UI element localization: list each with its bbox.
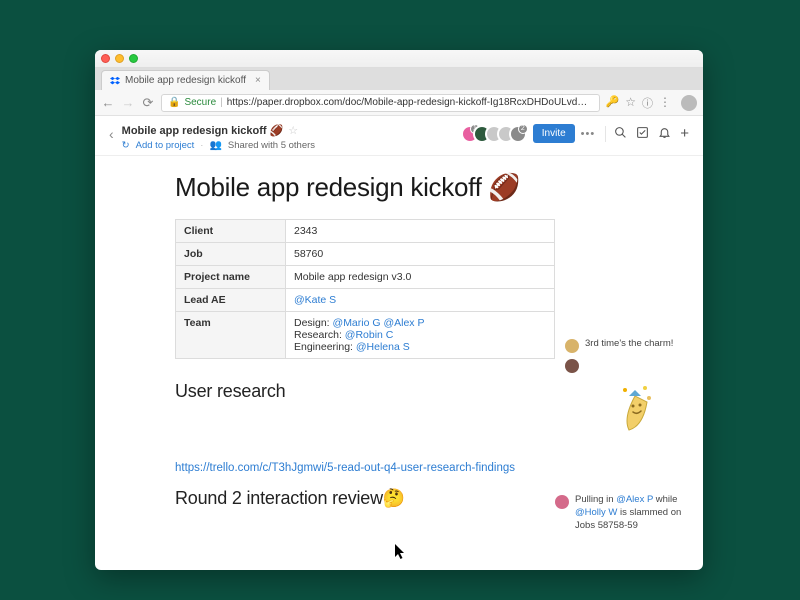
doc-star-icon[interactable]: ☆: [288, 124, 298, 137]
table-row: Project name Mobile app redesign v3.0: [176, 266, 555, 289]
browser-toolbar: ← → ⟳ 🔒 Secure | https://paper.dropbox.c…: [95, 90, 703, 116]
team-row-label: Research:: [294, 329, 345, 341]
key-icon[interactable]: 🔑: [606, 95, 620, 111]
comment-text: Pulling in @Alex P while @Holly W is sla…: [575, 494, 685, 532]
invite-button[interactable]: Invite: [533, 124, 575, 143]
margin-comment[interactable]: 3rd time's the charm!: [565, 338, 695, 353]
tasks-icon[interactable]: [636, 126, 649, 142]
mention[interactable]: @Alex P: [616, 494, 653, 505]
trello-link[interactable]: https://trello.com/c/T3hJgmwi/5-read-out…: [175, 462, 703, 474]
table-row: Lead AE @Kate S: [176, 289, 555, 312]
dropbox-paper-favicon: [110, 76, 120, 86]
cell-value[interactable]: Mobile app redesign v3.0: [286, 266, 555, 289]
avatar[interactable]: 2: [509, 125, 527, 143]
nav-forward-icon[interactable]: →: [121, 95, 135, 110]
cell-value[interactable]: Design: @Mario G @Alex P Research: @Robi…: [286, 312, 555, 359]
party-popper-illustration: [615, 384, 655, 432]
tab-close-icon[interactable]: ×: [255, 75, 261, 86]
menu-icon[interactable]: ⋮: [659, 95, 671, 111]
cell-value[interactable]: 2343: [286, 220, 555, 243]
avatar-badge: 2: [518, 124, 528, 134]
mention[interactable]: @Holly W: [575, 507, 617, 518]
team-row-label: Design:: [294, 317, 333, 329]
browser-window: Mobile app redesign kickoff × ← → ⟳ 🔒 Se…: [95, 50, 703, 570]
header-right: 1 2 Invite •••: [461, 124, 689, 143]
info-table[interactable]: Client 2343 Job 58760 Project name Mobil…: [175, 219, 555, 359]
cell-key[interactable]: Client: [176, 220, 286, 243]
info-icon[interactable]: ⓘ: [642, 95, 653, 111]
people-icon: 👥: [209, 140, 221, 151]
bell-icon[interactable]: [658, 126, 671, 142]
mac-titlebar: [95, 50, 703, 68]
secure-label: Secure: [184, 97, 216, 108]
table-row: Job 58760: [176, 243, 555, 266]
mention[interactable]: @Mario G: [333, 317, 381, 329]
table-row: Team Design: @Mario G @Alex P Research: …: [176, 312, 555, 359]
comment-avatar: [565, 339, 579, 353]
nav-back-icon[interactable]: ←: [101, 95, 115, 110]
margin-comment[interactable]: Pulling in @Alex P while @Holly W is sla…: [555, 494, 685, 532]
mention[interactable]: @Helena S: [356, 341, 410, 353]
mouse-cursor-icon: [395, 544, 407, 560]
url-text: https://paper.dropbox.com/doc/Mobile-app…: [227, 97, 593, 108]
comment-text: 3rd time's the charm!: [585, 338, 673, 353]
comment-avatar: [555, 495, 569, 509]
tab-strip: Mobile app redesign kickoff ×: [95, 68, 703, 90]
cell-key[interactable]: Lead AE: [176, 289, 286, 312]
nav-reload-icon[interactable]: ⟳: [141, 95, 155, 111]
more-icon[interactable]: •••: [581, 128, 596, 140]
comment-avatar: [565, 359, 579, 373]
doc-meta: Mobile app redesign kickoff 🏈 ☆ ↻ Add to…: [122, 124, 461, 151]
toolbar-right: 🔑 ☆ ⓘ ⋮: [606, 95, 697, 111]
lock-icon: 🔒: [168, 97, 180, 108]
profile-avatar-icon[interactable]: [681, 95, 697, 111]
mention[interactable]: @Alex P: [383, 317, 424, 329]
window-close-dot[interactable]: [101, 54, 110, 63]
app-header: ‹ Mobile app redesign kickoff 🏈 ☆ ↻ Add …: [95, 116, 703, 156]
doc-back-icon[interactable]: ‹: [109, 126, 114, 142]
plus-icon[interactable]: +: [680, 127, 689, 140]
cell-value[interactable]: @Kate S: [286, 289, 555, 312]
collaborator-avatars[interactable]: 1 2: [461, 125, 527, 143]
search-icon[interactable]: [614, 126, 627, 142]
document-scroll-area[interactable]: Mobile app redesign kickoff 🏈 Client 234…: [95, 156, 703, 570]
header-doc-title: Mobile app redesign kickoff 🏈: [122, 124, 284, 137]
mention[interactable]: @Kate S: [294, 294, 336, 306]
team-row-label: Engineering:: [294, 341, 356, 353]
shared-with-text[interactable]: Shared with 5 others: [228, 140, 315, 151]
mention[interactable]: @Robin C: [345, 329, 394, 341]
table-row: Client 2343: [176, 220, 555, 243]
address-bar[interactable]: 🔒 Secure | https://paper.dropbox.com/doc…: [161, 94, 600, 112]
tab-title: Mobile app redesign kickoff: [125, 75, 246, 86]
doc-h1[interactable]: Mobile app redesign kickoff 🏈: [175, 172, 703, 203]
cell-key[interactable]: Team: [176, 312, 286, 359]
cell-key[interactable]: Project name: [176, 266, 286, 289]
margin-reaction[interactable]: [565, 358, 695, 373]
star-icon[interactable]: ☆: [625, 95, 636, 111]
add-to-project-link[interactable]: Add to project: [136, 140, 195, 151]
cell-value[interactable]: 58760: [286, 243, 555, 266]
cell-key[interactable]: Job: [176, 243, 286, 266]
window-zoom-dot[interactable]: [129, 54, 138, 63]
window-minimize-dot[interactable]: [115, 54, 124, 63]
browser-tab[interactable]: Mobile app redesign kickoff ×: [101, 70, 270, 90]
add-project-reload-icon: ↻: [122, 140, 130, 151]
